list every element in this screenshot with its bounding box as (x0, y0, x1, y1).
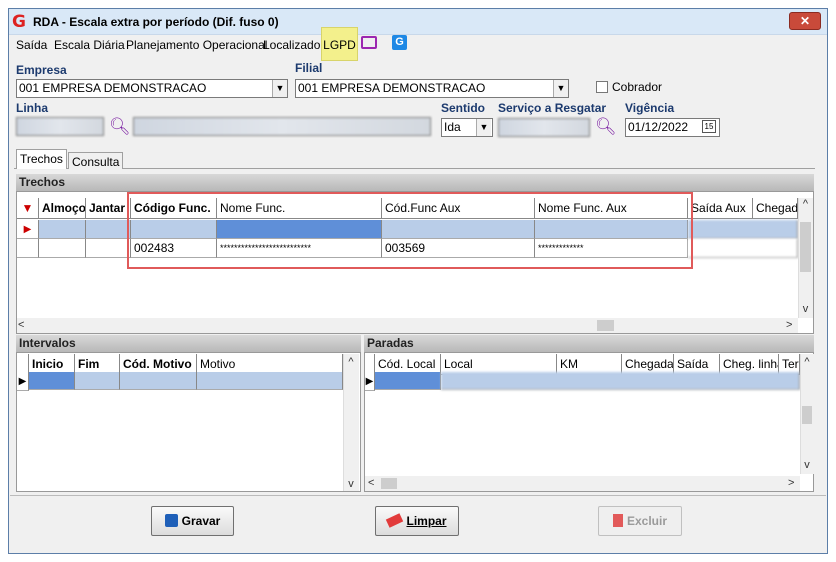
menu-planejamento[interactable]: Planejamento Operacional (126, 36, 267, 54)
chevron-down-icon[interactable]: ▼ (272, 80, 287, 97)
scroll-down-icon[interactable]: v (344, 478, 358, 490)
servico-input[interactable] (498, 118, 590, 137)
menu-escala-diaria[interactable]: Escala Diária (54, 36, 125, 54)
scroll-down-icon[interactable]: v (800, 459, 814, 471)
col-almoco[interactable]: Almoço (39, 198, 86, 219)
vigencia-label: Vigência (625, 101, 675, 115)
scroll-up-icon[interactable]: ^ (344, 356, 358, 368)
table-cell-blurred[interactable] (441, 372, 800, 390)
excluir-label: Excluir (626, 514, 668, 528)
app-logo-icon: G (12, 12, 26, 32)
row-indicator-icon: ▶ (17, 372, 29, 391)
col-chegada[interactable]: Chegada (753, 198, 798, 219)
menu-lgpd[interactable]: LGPD (321, 27, 358, 61)
menu-saida[interactable]: Saída (16, 36, 47, 54)
scroll-up-icon[interactable]: ^ (798, 198, 813, 210)
sentido-label: Sentido (441, 101, 485, 115)
chevron-down-icon[interactable]: ▼ (476, 119, 491, 136)
gravar-button[interactable]: Gravar (151, 506, 234, 536)
horizontal-scrollbar[interactable] (365, 476, 800, 491)
vertical-scrollbar[interactable] (343, 354, 359, 491)
intervalos-section-title: Intervalos (16, 335, 361, 352)
scrollbar-thumb[interactable] (597, 320, 614, 331)
linha-name-input[interactable] (133, 117, 431, 136)
linha-label: Linha (16, 101, 48, 115)
close-button[interactable]: ✕ (789, 12, 821, 30)
highlight-box (127, 192, 693, 269)
monitor-icon[interactable] (361, 36, 377, 49)
table-cell[interactable] (86, 239, 131, 258)
table-cell-selected[interactable] (375, 372, 441, 390)
servico-label: Serviço a Resgatar (498, 101, 607, 115)
chevron-down-icon[interactable]: ▼ (553, 80, 568, 97)
scroll-left-icon[interactable]: < (18, 319, 24, 331)
table-cell-blurred[interactable] (688, 220, 798, 239)
scrollbar-thumb[interactable] (800, 222, 811, 272)
footer-divider (10, 495, 826, 496)
limpar-button[interactable]: Limpar (375, 506, 459, 536)
search-icon[interactable]: 🔍︎ (595, 117, 617, 137)
excluir-button[interactable]: Excluir (598, 506, 682, 536)
sentido-value: Ida (444, 120, 461, 134)
table-cell[interactable] (39, 220, 86, 239)
table-cell[interactable] (86, 220, 131, 239)
empresa-value: 001 EMPRESA DEMONSTRACAO (19, 81, 207, 95)
window-title: RDA - Escala extra por período (Dif. fus… (33, 15, 279, 29)
cobrador-label: Cobrador (612, 80, 663, 94)
trash-icon (612, 514, 623, 527)
filial-label: Filial (295, 61, 323, 75)
eraser-icon (386, 513, 404, 528)
limpar-label: Limpar (406, 514, 447, 528)
scrollbar-thumb[interactable] (802, 406, 812, 424)
table-cell[interactable] (120, 372, 197, 390)
tab-trechos[interactable]: Trechos (16, 149, 67, 169)
table-cell[interactable] (75, 372, 120, 390)
scroll-down-icon[interactable]: v (798, 303, 813, 315)
search-icon[interactable]: 🔍︎ (109, 117, 131, 137)
scroll-right-icon[interactable]: > (786, 319, 792, 331)
tab-divider (14, 168, 815, 169)
filial-value: 001 EMPRESA DEMONSTRACAO (298, 81, 486, 95)
row-indicator (17, 239, 39, 258)
table-cell-blurred[interactable] (688, 239, 798, 258)
calendar-icon[interactable]: 15 (702, 120, 716, 133)
scroll-left-icon[interactable]: < (368, 477, 374, 489)
gravar-label: Gravar (181, 514, 221, 528)
app-g-icon[interactable]: G (392, 35, 407, 50)
save-icon (164, 514, 178, 527)
empresa-select[interactable]: 001 EMPRESA DEMONSTRACAO (16, 79, 288, 98)
col-jantar[interactable]: Jantar (86, 198, 131, 219)
row-indicator-icon: ▶ (17, 220, 39, 239)
row-indicator-icon: ▶ (365, 372, 375, 391)
tab-consulta[interactable]: Consulta (68, 152, 124, 169)
scrollbar-thumb[interactable] (381, 478, 397, 489)
filial-select[interactable]: 001 EMPRESA DEMONSTRACAO (295, 79, 569, 98)
grid-menu-icon[interactable]: ▼ (17, 198, 39, 219)
menu-localizador[interactable]: Localizador (263, 36, 324, 54)
scroll-up-icon[interactable]: ^ (800, 356, 814, 368)
trechos-section-title: Trechos (16, 174, 814, 191)
empresa-label: Empresa (16, 63, 67, 77)
linha-code-input[interactable] (16, 117, 104, 136)
vigencia-value: 01/12/2022 (628, 120, 689, 134)
table-cell[interactable] (197, 372, 343, 390)
cobrador-checkbox[interactable] (596, 81, 608, 93)
table-cell-selected[interactable] (29, 372, 75, 390)
table-cell[interactable] (39, 239, 86, 258)
horizontal-scrollbar[interactable] (17, 318, 798, 333)
paradas-section-title: Paradas (364, 335, 814, 352)
col-saida-aux[interactable]: Saída Aux (688, 198, 753, 219)
scroll-right-icon[interactable]: > (788, 477, 794, 489)
